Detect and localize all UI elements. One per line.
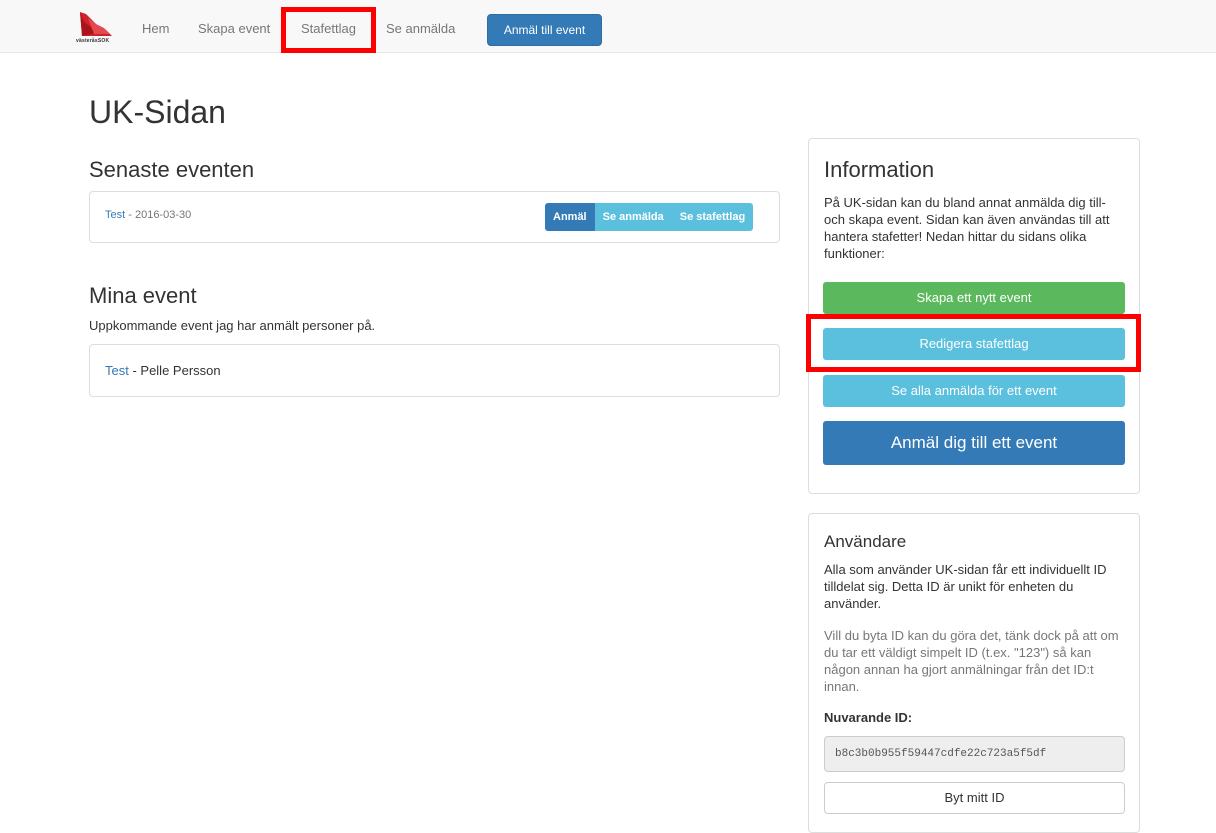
change-id-button[interactable]: Byt mitt ID <box>824 782 1125 814</box>
my-events-heading: Mina event <box>89 283 197 308</box>
event-link[interactable]: Test <box>105 209 125 221</box>
register-for-event-button[interactable]: Anmäl dig till ett event <box>823 421 1125 465</box>
register-event-button[interactable]: Anmäl till event <box>487 14 602 46</box>
event-actions: Anmäl Se anmälda Se stafettlag <box>545 203 754 231</box>
my-events-description: Uppkommande event jag har anmält persone… <box>89 318 376 333</box>
logo-text: västeråsSOK <box>76 38 110 44</box>
nav-link-home[interactable]: Hem <box>142 21 169 36</box>
event-date: - 2016-03-30 <box>125 209 192 221</box>
information-text: På UK-sidan kan du bland annat anmälda d… <box>824 195 1110 261</box>
current-id-label: Nuvarande ID: <box>824 710 913 725</box>
highlight-box-nav <box>281 7 376 53</box>
my-event-link[interactable]: Test <box>105 363 129 378</box>
my-events-panel: Test - Pelle Persson <box>89 344 780 397</box>
my-event-person: - Pelle Persson <box>128 363 221 378</box>
latest-events-heading: Senaste eventen <box>89 157 255 182</box>
list-item: Test - Pelle Persson <box>105 363 221 378</box>
information-heading: Information <box>824 157 935 182</box>
nav-link-see-registered[interactable]: Se anmälda <box>386 21 455 36</box>
navbar: västeråsSOK Hem Skapa event Stafettlag S… <box>0 0 1216 53</box>
see-relay-teams-button[interactable]: Se stafettlag <box>671 203 754 231</box>
list-item: Test - 2016-03-30 <box>105 209 191 221</box>
user-text: Alla som använder UK-sidan får ett indiv… <box>824 562 1107 611</box>
logo[interactable]: västeråsSOK <box>76 10 116 48</box>
latest-events-panel: Test - 2016-03-30 Anmäl Se anmälda Se st… <box>89 191 780 243</box>
user-change-id-text: Vill du byta ID kan du göra det, tänk do… <box>824 628 1119 694</box>
see-registered-button[interactable]: Se anmälda <box>594 203 672 231</box>
nav-link-create-event[interactable]: Skapa event <box>198 21 270 36</box>
logo-mark-icon <box>80 12 112 36</box>
see-all-registered-button[interactable]: Se alla anmälda för ett event <box>823 375 1125 407</box>
page-title: UK-Sidan <box>89 94 226 130</box>
user-heading: Användare <box>824 532 907 551</box>
create-event-button[interactable]: Skapa ett nytt event <box>823 282 1125 314</box>
register-button[interactable]: Anmäl <box>545 203 595 231</box>
current-id-field: b8c3b0b955f59447cdfe22c723a5f5df <box>824 736 1125 772</box>
highlight-box-sidebar <box>806 314 1141 372</box>
